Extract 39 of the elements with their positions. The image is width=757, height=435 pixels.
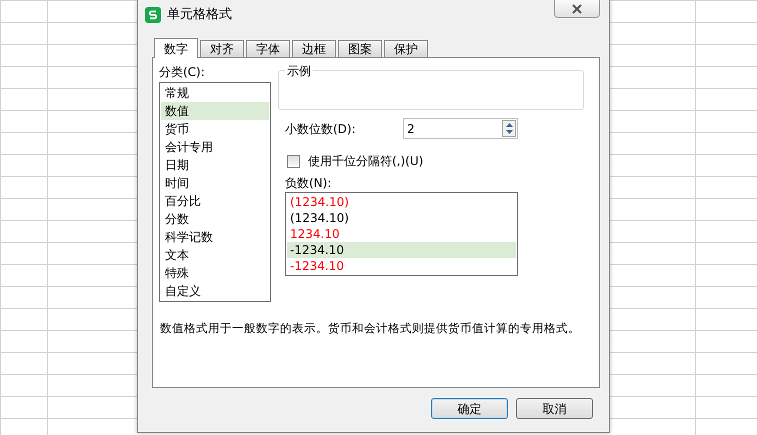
field-label: 分类(C): (159, 64, 206, 81)
list-item[interactable]: 货币 (161, 120, 269, 138)
list-item[interactable]: (1234.10) (287, 210, 516, 226)
list-item[interactable]: 自定义 (161, 282, 269, 300)
list-item[interactable]: 文本 (161, 246, 269, 264)
down-arrow-icon[interactable] (506, 130, 512, 134)
description-text: 数值格式用于一般数字的表示。货币和会计格式则提供货币值计算的专用格式。 (159, 320, 581, 337)
tab[interactable]: 保护 (384, 40, 428, 57)
field-label: 负数(N): (284, 175, 332, 192)
cancel-button[interactable]: 取消 (516, 398, 593, 419)
number-spinner[interactable]: 2 (403, 118, 518, 139)
list-item[interactable]: 常规 (161, 84, 269, 102)
list-item[interactable]: (1234.10) (287, 194, 516, 210)
field-label: 小数位数(D): (285, 120, 357, 138)
tab[interactable]: 图案 (338, 40, 382, 57)
list-item[interactable]: 时间 (161, 174, 269, 192)
list-item[interactable]: 1234.10 (287, 226, 516, 242)
list-item[interactable]: 科学记数 (161, 228, 269, 246)
field-value: 2 (407, 120, 415, 138)
tab[interactable]: 字体 (246, 40, 290, 57)
list-item[interactable]: 日期 (161, 156, 269, 174)
up-arrow-icon[interactable] (506, 122, 512, 127)
list-item[interactable]: 分数 (161, 210, 269, 228)
window-title: 单元格格式 (167, 6, 232, 24)
tab[interactable]: 对齐 (200, 40, 244, 57)
tab[interactable]: 边框 (292, 40, 336, 57)
app-logo-icon (145, 7, 161, 23)
close-button[interactable] (554, 0, 600, 18)
list-item[interactable]: -1234.10 (287, 242, 516, 258)
list-item[interactable]: 数值 (161, 102, 269, 120)
list-item[interactable]: 会计专用 (161, 138, 269, 156)
tab[interactable]: 数字 (154, 38, 198, 58)
ok-button[interactable]: 确定 (431, 398, 508, 419)
list-item[interactable]: -1234.10 (287, 258, 516, 274)
close-icon (571, 4, 583, 14)
list-item[interactable]: 百分比 (161, 192, 269, 210)
list-item[interactable]: 特殊 (161, 264, 269, 282)
checkbox[interactable] (287, 154, 300, 168)
checkbox-label: 使用千位分隔符(,)(U) (308, 153, 424, 170)
